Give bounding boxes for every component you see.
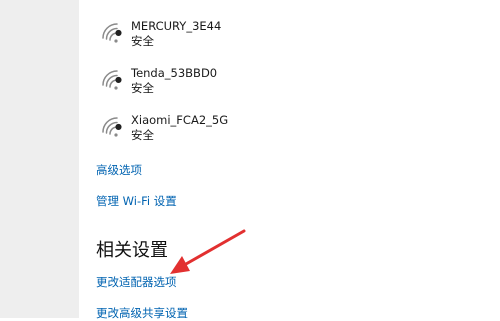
annotation-arrow-icon	[170, 229, 246, 274]
